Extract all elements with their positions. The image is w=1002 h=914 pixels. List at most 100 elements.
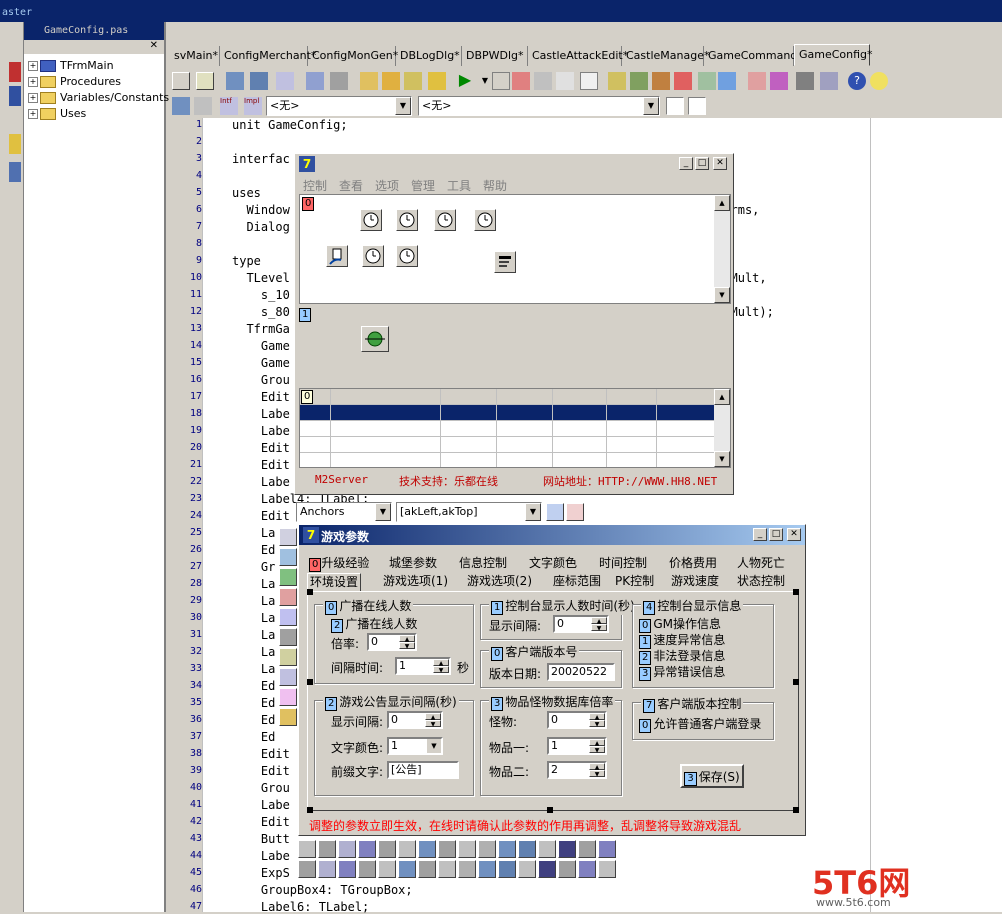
help-icon[interactable]: ? — [848, 72, 866, 90]
code-line[interactable]: Ed — [232, 730, 275, 744]
code-line[interactable]: interfac — [232, 152, 290, 166]
grid-row[interactable] — [300, 437, 730, 453]
align-tool-icon[interactable] — [478, 860, 496, 878]
code-line[interactable]: type — [232, 254, 261, 268]
inspector-icon[interactable] — [546, 503, 564, 521]
toggle-form-icon[interactable] — [172, 72, 190, 90]
menu-item[interactable]: 选项 — [375, 177, 399, 194]
step-over-icon[interactable] — [556, 72, 574, 90]
navigate-icon[interactable] — [194, 97, 212, 115]
tab-configmongen[interactable]: ConfigMonGen* — [308, 46, 398, 66]
tab-svmain[interactable]: svMain* — [170, 46, 220, 66]
design-icon-2[interactable] — [9, 162, 21, 182]
tab-time-control[interactable]: 时间控制 — [597, 555, 649, 572]
code-line[interactable]: Labe — [232, 424, 290, 438]
minimize-button[interactable]: _ — [679, 157, 693, 170]
align-tool-icon[interactable] — [538, 840, 556, 858]
tab-gameconfig[interactable]: GameConfig* — [794, 44, 873, 66]
log-memo[interactable]: 0 ▲ ▼ — [299, 194, 731, 304]
code-line[interactable]: Labe — [232, 475, 290, 489]
timer-icon[interactable] — [396, 209, 418, 231]
code-line[interactable]: Edit — [232, 441, 290, 455]
menu-item[interactable]: 控制 — [303, 177, 327, 194]
notice-interval-spin-edit[interactable]: 0 ▲ ▼ — [387, 711, 443, 729]
class-combo[interactable]: <无> ▼ — [266, 96, 412, 116]
expand-icon[interactable]: + — [28, 77, 38, 87]
code-line[interactable]: Ed — [232, 543, 275, 557]
expand-icon[interactable]: + — [28, 109, 38, 119]
code-line[interactable]: Ed — [232, 696, 275, 710]
chevron-down-icon[interactable]: ▼ — [643, 97, 659, 115]
prefix-edit[interactable]: [公告] — [387, 761, 459, 779]
chevron-down-icon[interactable]: ▼ — [427, 739, 441, 753]
align-tool-icon[interactable] — [438, 860, 456, 878]
component-icon[interactable] — [279, 528, 297, 546]
tab-game-speed[interactable]: 游戏速度 — [669, 573, 721, 590]
code-line[interactable]: Edit — [232, 764, 290, 778]
align-tool-icon[interactable] — [538, 860, 556, 878]
expand-icon[interactable]: + — [28, 93, 38, 103]
tree-item-procedures[interactable]: + Procedures — [28, 74, 121, 90]
align-tool-icon[interactable] — [478, 840, 496, 858]
print-icon[interactable] — [330, 72, 348, 90]
component-icon[interactable] — [279, 648, 297, 666]
interface-icon[interactable]: Intf — [220, 97, 238, 115]
tab-status-control[interactable]: 状态控制 — [735, 573, 787, 590]
browse-icon[interactable] — [172, 97, 190, 115]
tab-dbpwdlg[interactable]: DBPWDlg* — [462, 46, 528, 66]
align-tool-icon[interactable] — [418, 840, 436, 858]
tab-castlemanage[interactable]: CastleManage* — [622, 46, 709, 66]
close-icon[interactable]: ✕ — [150, 40, 158, 51]
tab-game-option-1[interactable]: 游戏选项(1) — [381, 573, 450, 590]
grid-scrollbar[interactable]: ▲ ▼ — [714, 389, 730, 467]
checkbox-error-info[interactable]: 3 异常错误信息 — [639, 663, 725, 681]
close-button[interactable]: ✕ — [713, 157, 727, 170]
component-icon[interactable] — [279, 628, 297, 646]
item1-rate-spin-edit[interactable]: 1 ▲ ▼ — [547, 737, 607, 755]
palette-icon[interactable] — [770, 72, 788, 90]
minimize-button[interactable]: _ — [753, 528, 767, 541]
code-line[interactable]: ExpS — [232, 866, 290, 880]
chevron-down-icon[interactable]: ▼ — [375, 503, 391, 521]
tree-item-variables[interactable]: + Variables/Constants — [28, 90, 169, 106]
code-line[interactable]: La — [232, 611, 275, 625]
rate-spin-edit[interactable]: 0 ▲ ▼ — [367, 633, 417, 651]
tool-icon[interactable] — [652, 72, 670, 90]
component-icon[interactable] — [279, 708, 297, 726]
tab-configmerchant[interactable]: ConfigMerchant* — [220, 46, 316, 66]
tab-environment[interactable]: 环境设置 — [307, 573, 362, 592]
property-name-combo[interactable]: Anchors ▼ — [296, 502, 392, 522]
align-tool-icon[interactable] — [598, 840, 616, 858]
tab-message-control[interactable]: 信息控制 — [457, 555, 509, 572]
remove-file-icon[interactable] — [404, 72, 422, 90]
tab-castleattackedit[interactable]: CastleAttackEdit* — [528, 46, 628, 66]
timer-icon[interactable] — [396, 245, 418, 267]
server-socket-icon[interactable] — [326, 245, 348, 267]
design-icon[interactable] — [9, 86, 21, 106]
player-grid[interactable]: 0 ▲ ▼ — [299, 388, 731, 468]
timer-icon[interactable] — [362, 245, 384, 267]
grid-row[interactable] — [300, 421, 730, 437]
add-file-icon[interactable] — [382, 72, 400, 90]
align-tool-icon[interactable] — [498, 840, 516, 858]
tab-text-color[interactable]: 文字颜色 — [527, 555, 579, 572]
align-tool-icon[interactable] — [298, 860, 316, 878]
code-line[interactable]: Labe — [232, 407, 290, 421]
folder-icon[interactable] — [9, 134, 21, 154]
code-line[interactable]: Ed — [232, 679, 275, 693]
align-tool-icon[interactable] — [558, 860, 576, 878]
monster-rate-spin-edit[interactable]: 0 ▲ ▼ — [547, 711, 607, 729]
gear-icon[interactable] — [820, 72, 838, 90]
form2-caption[interactable]: 7 游戏参数 _ □ ✕ — [299, 525, 805, 545]
code-line[interactable]: Edit — [232, 747, 290, 761]
timer-icon[interactable] — [360, 209, 382, 231]
align-tool-icon[interactable] — [438, 840, 456, 858]
component-icon[interactable] — [279, 588, 297, 606]
align-tool-icon[interactable] — [498, 860, 516, 878]
align-tool-icon[interactable] — [318, 840, 336, 858]
maximize-button[interactable]: □ — [695, 157, 709, 170]
align-tool-icon[interactable] — [418, 860, 436, 878]
implementation-icon[interactable]: Impl — [244, 97, 262, 115]
new-unit-icon[interactable] — [196, 72, 214, 90]
component-icon[interactable] — [279, 688, 297, 706]
